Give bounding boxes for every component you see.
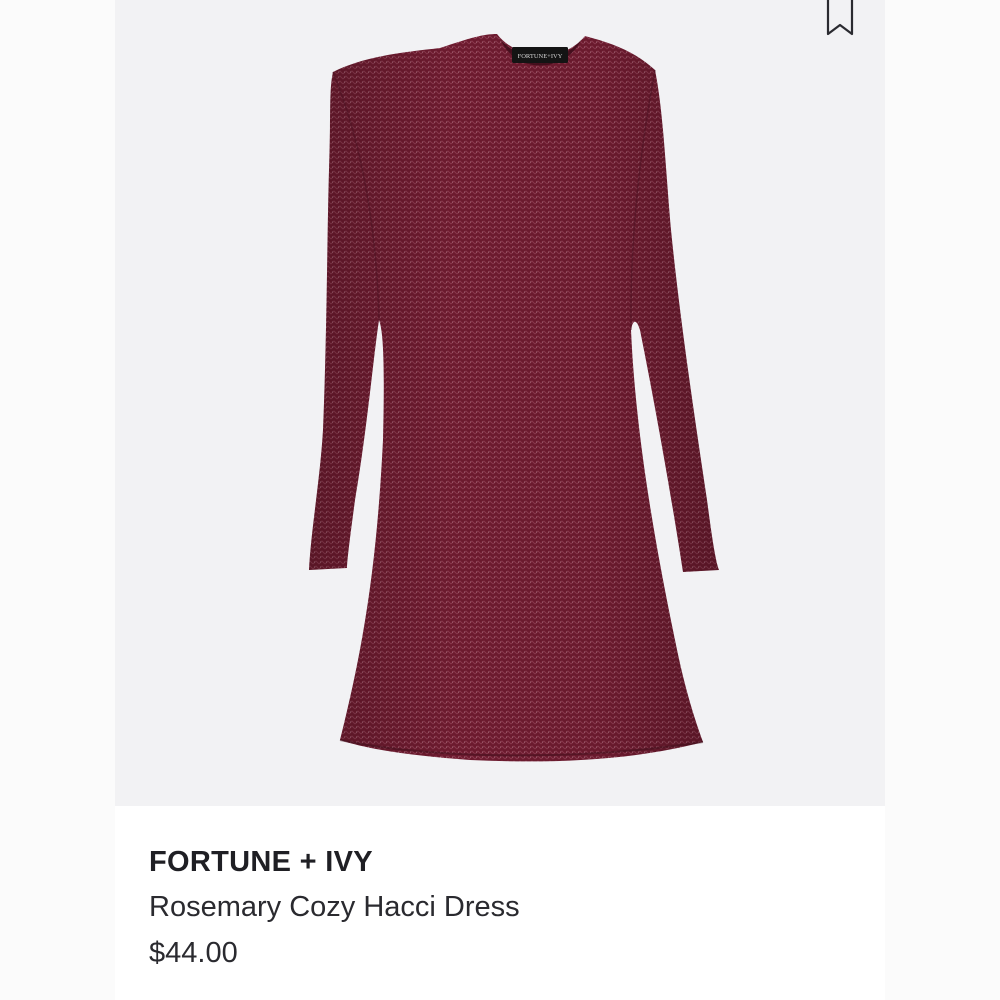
brand-name[interactable]: FORTUNE + IVY: [149, 840, 849, 884]
product-info: FORTUNE + IVY Rosemary Cozy Hacci Dress …: [149, 840, 849, 976]
product-image[interactable]: FORTUNE+IVY: [115, 0, 885, 806]
product-card[interactable]: FORTUNE+IVY FORTUNE + IVY Rosemary Cozy …: [115, 0, 885, 1000]
product-name[interactable]: Rosemary Cozy Hacci Dress: [149, 884, 849, 930]
dress-shape: [309, 34, 719, 762]
bookmark-icon[interactable]: [823, 0, 857, 40]
dress-illustration: FORTUNE+IVY: [309, 34, 719, 762]
garment-label: FORTUNE+IVY: [512, 47, 568, 63]
right-margin: [885, 0, 1000, 1000]
bookmark-button[interactable]: [823, 0, 857, 40]
left-margin: [0, 0, 115, 1000]
product-price: $44.00: [149, 937, 238, 969]
garment-label-text: FORTUNE+IVY: [518, 53, 563, 60]
